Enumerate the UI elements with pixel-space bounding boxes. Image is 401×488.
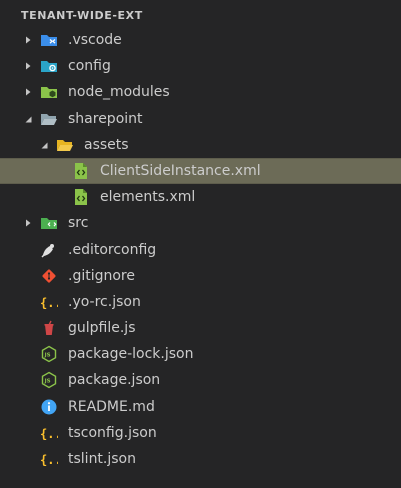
tree-item-label: .editorconfig	[68, 241, 157, 258]
tree-item-tslint-json[interactable]: {..} tslint.json	[0, 446, 401, 472]
tree-item-label: sharepoint	[68, 110, 143, 127]
tree-item-editorconfig[interactable]: .editorconfig	[0, 237, 401, 263]
tree-item-label: package.json	[68, 372, 161, 389]
nodejs-icon: JS	[40, 345, 58, 363]
tree-item-label: node_modules	[68, 84, 170, 101]
chevron-right-icon[interactable]	[22, 79, 34, 105]
svg-text:JS: JS	[44, 353, 51, 359]
chevron-down-icon[interactable]	[38, 132, 50, 158]
tree-item-label: gulpfile.js	[68, 320, 136, 337]
tree-item-tsconfig-json[interactable]: {..} tsconfig.json	[0, 420, 401, 446]
tree-item-config[interactable]: config	[0, 53, 401, 79]
tree-item-yo-rc-json[interactable]: {..} .yo-rc.json	[0, 289, 401, 315]
config-folder-icon	[40, 57, 58, 75]
tree-item-package-lock-json[interactable]: JS package-lock.json	[0, 341, 401, 367]
folder-open-icon	[56, 136, 74, 154]
tree-item-label: .vscode	[68, 32, 122, 48]
editorconfig-icon	[40, 241, 58, 259]
folder-open-icon	[40, 110, 58, 128]
chevron-right-icon[interactable]	[22, 27, 34, 53]
tree-item-node-modules[interactable]: node_modules	[0, 79, 401, 105]
tree-item-vscode[interactable]: .vscode	[0, 27, 401, 53]
json-braces-icon: {..}	[40, 293, 69, 311]
vscode-folder-icon	[40, 31, 58, 49]
chevron-down-icon[interactable]	[22, 106, 34, 132]
tree-item-label: package-lock.json	[68, 346, 194, 363]
git-icon	[40, 267, 58, 285]
tree-item-assets[interactable]: assets	[0, 132, 401, 158]
src-folder-icon	[40, 214, 58, 232]
tree-item-label: .yo-rc.json	[68, 293, 141, 310]
tree-item-label: assets	[84, 136, 129, 153]
tree-item-label: README.md	[68, 398, 155, 415]
tree-item-package-json[interactable]: JS package.json	[0, 367, 401, 393]
tree-item-label: tslint.json	[68, 451, 136, 467]
svg-text:{..}: {..}	[40, 427, 58, 441]
svg-text:{..}: {..}	[40, 296, 58, 310]
tree-item-src[interactable]: src	[0, 210, 401, 236]
tree-item-gulpfile-js[interactable]: gulpfile.js	[0, 315, 401, 341]
tree-item-label: .gitignore	[68, 267, 135, 284]
gulp-icon	[40, 319, 58, 337]
node-folder-icon	[40, 83, 58, 101]
tree-item-sharepoint[interactable]: sharepoint	[0, 106, 401, 132]
file-tree: .vscode config node_modules sharepoint a…	[0, 27, 401, 472]
tree-item-label: src	[68, 215, 89, 232]
tree-item-label: elements.xml	[100, 189, 196, 206]
chevron-right-icon[interactable]	[22, 53, 34, 79]
svg-text:JS: JS	[44, 379, 51, 385]
tree-item-label: ClientSideInstance.xml	[100, 162, 261, 179]
json-braces-icon: {..}	[40, 450, 69, 468]
svg-text:{..}: {..}	[40, 453, 58, 467]
xml-file-icon	[72, 188, 90, 206]
tree-item-label: config	[68, 58, 111, 75]
tree-item-gitignore[interactable]: .gitignore	[0, 263, 401, 289]
chevron-right-icon[interactable]	[22, 210, 34, 236]
tree-item-readme-md[interactable]: README.md	[0, 394, 401, 420]
json-braces-icon: {..}	[40, 424, 69, 442]
tree-item-label: tsconfig.json	[68, 424, 157, 441]
xml-file-icon	[72, 162, 90, 180]
tree-item-clientsideinstance-xml[interactable]: ClientSideInstance.xml	[0, 157, 401, 185]
nodejs-icon: JS	[40, 371, 58, 389]
tree-item-elements-xml[interactable]: elements.xml	[0, 184, 401, 210]
info-icon	[40, 398, 58, 416]
